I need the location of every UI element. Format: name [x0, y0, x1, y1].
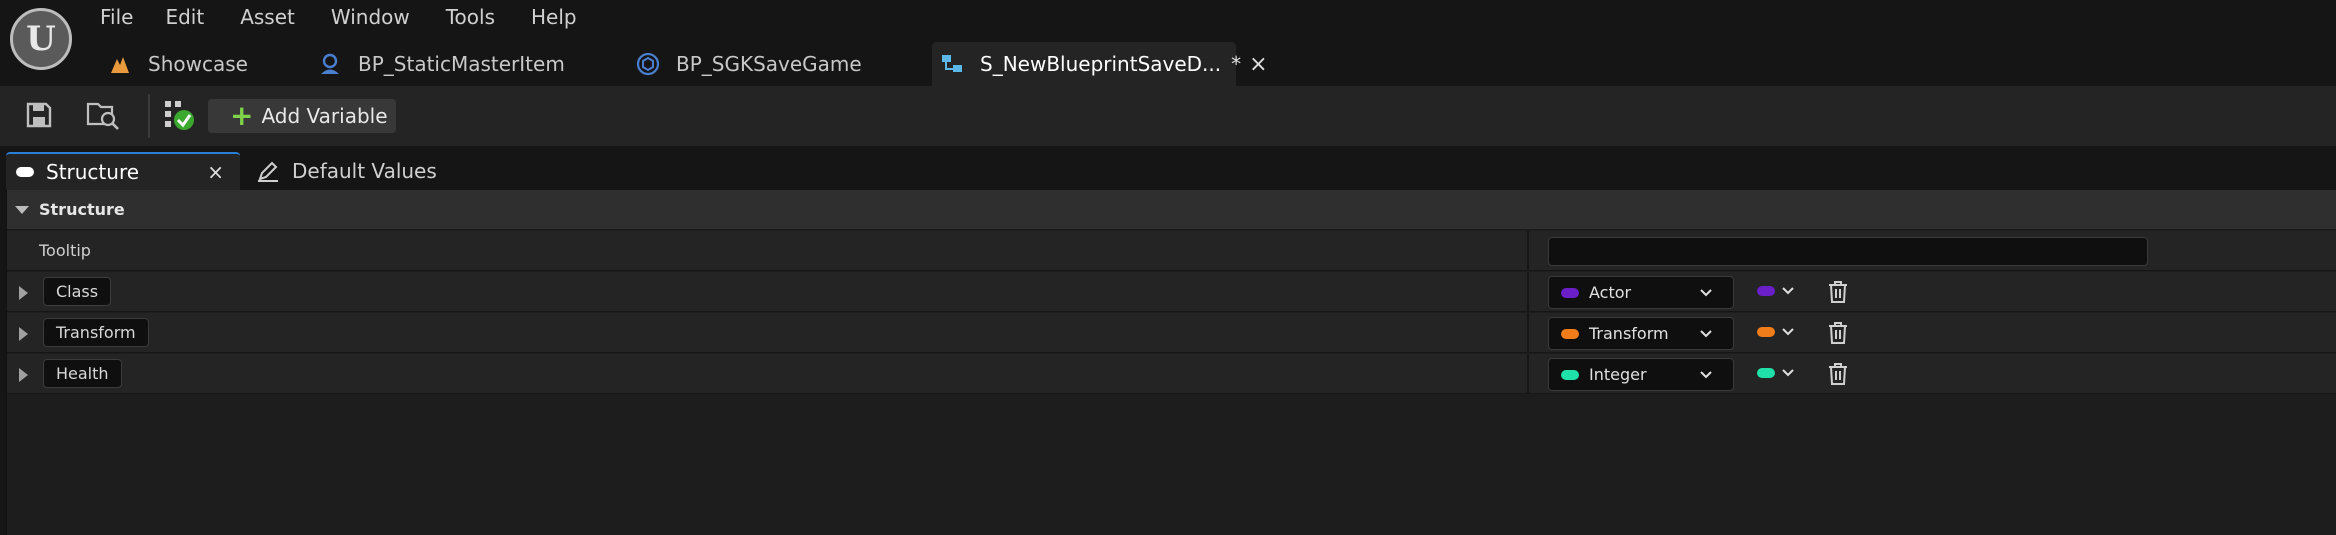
variable-type-dropdown[interactable]: Actor: [1548, 276, 1734, 309]
trash-icon: [1829, 281, 1847, 303]
expand-arrow-icon[interactable]: [19, 286, 28, 300]
trash-icon: [1829, 363, 1847, 385]
menu-asset[interactable]: Asset: [240, 2, 295, 32]
structure-details-panel: Structure Tooltip Class Actor Transform: [6, 190, 2336, 535]
variable-type-dropdown[interactable]: Integer: [1548, 358, 1734, 391]
delete-variable-button[interactable]: [1827, 280, 1849, 308]
column-splitter[interactable]: [1527, 313, 1529, 353]
browse-icon: [86, 102, 119, 130]
variable-type-label: Actor: [1589, 283, 1632, 302]
menu-edit[interactable]: Edit: [165, 2, 204, 32]
close-panel-tab-button[interactable]: ×: [207, 160, 224, 184]
menu-tools[interactable]: Tools: [446, 2, 495, 32]
column-splitter[interactable]: [1527, 354, 1529, 394]
variable-type-label: Integer: [1589, 365, 1647, 384]
menu-bar: File Edit Asset Window Tools Help: [100, 2, 613, 32]
doc-tab-bp-sgksavegame[interactable]: BP_SGKSaveGame: [628, 42, 932, 86]
column-splitter[interactable]: [1527, 231, 1529, 271]
single-variable-icon: [1757, 327, 1775, 337]
single-variable-icon: [1757, 368, 1775, 378]
unreal-logo-icon[interactable]: U: [10, 8, 72, 70]
type-pill-icon: [1561, 287, 1579, 298]
variable-name-field[interactable]: Health: [43, 359, 122, 388]
doc-tab-showcase[interactable]: Showcase: [100, 42, 310, 86]
type-pill-icon: [1561, 328, 1579, 339]
expand-arrow-icon[interactable]: [19, 368, 28, 382]
toolbar: + Add Variable: [0, 86, 2336, 146]
type-pill-icon: [1561, 369, 1579, 380]
expand-arrow-icon[interactable]: [19, 327, 28, 341]
container-type-dropdown[interactable]: [1757, 325, 1795, 339]
blueprint-actor-icon: [318, 52, 342, 76]
compile-button[interactable]: [162, 98, 196, 132]
close-tab-button[interactable]: ×: [1249, 52, 1267, 77]
save-button[interactable]: [22, 98, 56, 132]
variable-type-dropdown[interactable]: Transform: [1548, 317, 1734, 350]
category-label: Structure: [39, 200, 125, 219]
level-icon: [108, 52, 132, 76]
doc-tab-label: Showcase: [148, 52, 248, 76]
edit-defaults-icon: [256, 159, 280, 183]
variable-name-field[interactable]: Transform: [43, 318, 149, 347]
menu-help[interactable]: Help: [531, 2, 577, 32]
title-bar: U File Edit Asset Window Tools Help Show…: [0, 0, 2336, 86]
chevron-down-icon: [1700, 289, 1712, 297]
panel-tabs: Structure × Default Values: [0, 146, 2336, 190]
document-tabs: Showcase BP_StaticMasterItem BP_SGKSaveG…: [100, 42, 1268, 86]
container-type-dropdown[interactable]: [1757, 284, 1795, 298]
blueprint-object-icon: [636, 52, 660, 76]
doc-tab-bp-staticmasteritem[interactable]: BP_StaticMasterItem: [310, 42, 628, 86]
browse-button[interactable]: [86, 98, 120, 132]
tab-structure[interactable]: Structure ×: [6, 152, 240, 190]
struct-pill-icon: [16, 167, 34, 177]
plus-icon: +: [230, 99, 254, 132]
add-variable-button[interactable]: + Add Variable: [208, 99, 396, 133]
doc-tab-label: BP_StaticMasterItem: [358, 52, 565, 76]
save-icon: [26, 102, 52, 128]
unsaved-indicator: *: [1231, 52, 1242, 76]
delete-variable-button[interactable]: [1827, 362, 1849, 390]
chevron-down-icon: [1700, 330, 1712, 338]
column-splitter[interactable]: [1527, 272, 1529, 312]
category-header-structure[interactable]: Structure: [7, 190, 2336, 230]
tab-structure-label: Structure: [46, 160, 140, 184]
chevron-down-icon: [1782, 369, 1794, 377]
chevron-down-icon: [1782, 328, 1794, 336]
tooltip-row: Tooltip: [7, 231, 2336, 271]
doc-tab-label: S_NewBlueprintSaveD...: [980, 52, 1222, 76]
variable-row: Transform Transform: [7, 313, 2336, 353]
chevron-down-icon: [1782, 287, 1794, 295]
trash-icon: [1829, 322, 1847, 344]
variable-name-field[interactable]: Class: [43, 277, 112, 306]
doc-tab-label: BP_SGKSaveGame: [676, 52, 862, 76]
doc-tab-s-newblueprintsavedata[interactable]: S_NewBlueprintSaveD... * ×: [932, 42, 1268, 86]
menu-window[interactable]: Window: [331, 2, 410, 32]
tab-default-values[interactable]: Default Values: [256, 152, 437, 190]
add-variable-label: Add Variable: [261, 104, 388, 128]
single-variable-icon: [1757, 286, 1775, 296]
container-type-dropdown[interactable]: [1757, 366, 1795, 380]
tooltip-input[interactable]: [1548, 237, 2148, 266]
collapse-arrow-icon: [15, 205, 29, 214]
delete-variable-button[interactable]: [1827, 321, 1849, 349]
tooltip-label: Tooltip: [39, 241, 91, 260]
toolbar-separator: [148, 94, 150, 138]
tab-default-values-label: Default Values: [292, 159, 437, 183]
struct-icon: [940, 52, 964, 76]
variable-type-label: Transform: [1589, 324, 1669, 343]
menu-file[interactable]: File: [100, 2, 133, 32]
chevron-down-icon: [1700, 371, 1712, 379]
compile-status-icon: [165, 101, 194, 130]
variable-row: Class Actor: [7, 272, 2336, 312]
variable-row: Health Integer: [7, 354, 2336, 394]
